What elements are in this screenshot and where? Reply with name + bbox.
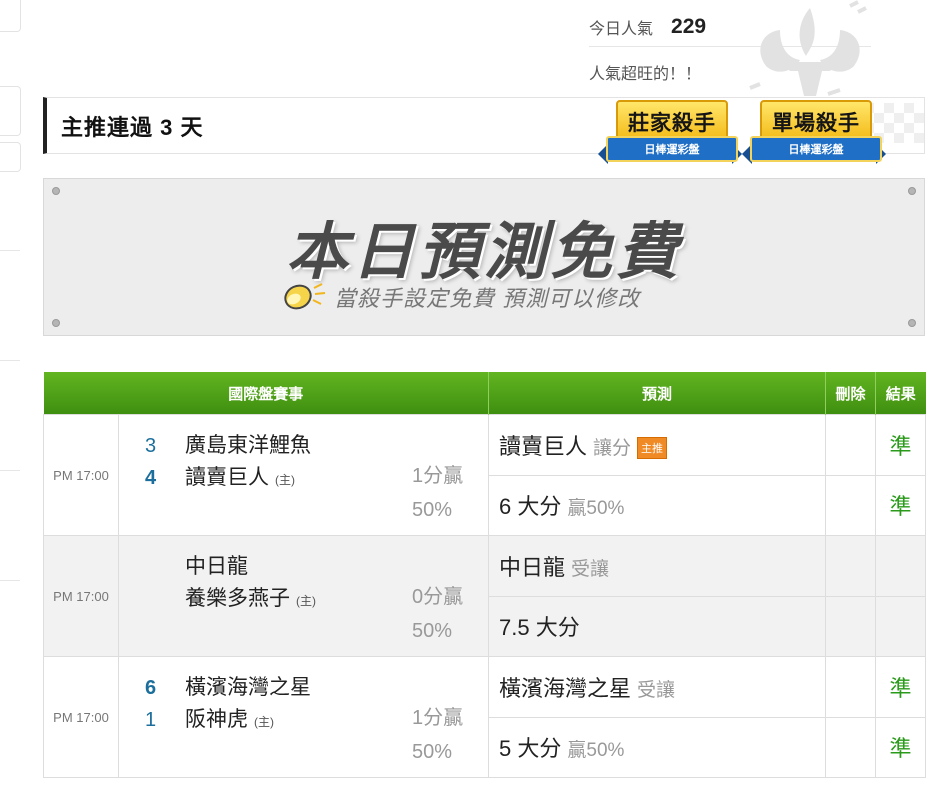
badge-ribbon: 日棒運彩盤 [750, 136, 882, 162]
popularity-subtitle: 人氣超旺的！！ [589, 66, 702, 83]
delete-cell[interactable] [825, 414, 877, 476]
game-time: PM 17:00 [43, 535, 119, 657]
team-name: 廣島東洋鯉魚 [185, 434, 311, 457]
banner-subtitle: 當殺手設定免費 預測可以修改 [334, 286, 641, 311]
result-cell: 準 [875, 656, 927, 718]
match-teams: 3 廣島東洋鯉魚 4 讀賣巨人 (主) 1分贏 50% [117, 414, 490, 536]
table-row: PM 17:00 中日龍 養樂多燕子 (主) 0分贏 50% 中日龍 受讓 [43, 535, 927, 657]
prediction-main: 讀賣巨人 [499, 433, 588, 459]
prediction-table: 國際盤賽事 預測 刪除 結果 PM 17:00 3 廣島東洋鯉魚 4 讀賣巨人 … [43, 372, 927, 778]
prediction-type: 受讓 [637, 679, 676, 701]
home-marker: (主) [275, 473, 295, 487]
prediction-main: 中日龍 [499, 554, 566, 580]
delete-cell[interactable] [825, 656, 877, 718]
delete-cell[interactable] [825, 716, 877, 778]
team-name: 養樂多燕子 [185, 587, 290, 610]
banner-title: 本日預測免費 [285, 215, 682, 288]
delete-cell[interactable] [825, 474, 877, 536]
team-score: 4 [145, 467, 157, 489]
prediction-cell: 6 大分 贏50% [488, 474, 827, 536]
odds-percent: 50% [412, 499, 453, 521]
popularity-label: 今日人氣 [589, 21, 654, 38]
sidebar-panel [0, 0, 21, 32]
sidebar-divider [0, 360, 20, 361]
header-result: 結果 [875, 372, 926, 415]
team-home: 養樂多燕子 (主) [145, 582, 316, 612]
prediction-type: 贏50% [567, 498, 625, 520]
header-prediction: 預測 [488, 372, 826, 415]
prediction-cell: 7.5 大分 [488, 595, 827, 657]
prediction-cell: 5 大分 贏50% [488, 716, 827, 778]
team-name: 中日龍 [185, 555, 248, 578]
result-cell [875, 595, 927, 657]
prediction-type: 讓分 [593, 437, 632, 459]
game-time: PM 17:00 [43, 414, 119, 536]
team-home: 1 阪神虎 (主) [145, 703, 274, 733]
table-row: PM 17:00 3 廣島東洋鯉魚 4 讀賣巨人 (主) 1分贏 50% 讀賣巨… [43, 414, 927, 536]
match-teams: 6 橫濱海灣之星 1 阪神虎 (主) 1分贏 50% [117, 656, 490, 778]
sidebar-panel [0, 142, 21, 172]
team-name: 讀賣巨人 [185, 466, 269, 489]
sidebar-panel [0, 86, 21, 136]
banner-subtitle-row: 當殺手設定免費 預測可以修改 [280, 281, 640, 313]
result-cell: 準 [875, 474, 927, 536]
prediction-main: 5 大分 [499, 736, 562, 762]
delete-cell[interactable] [825, 595, 877, 657]
team-away: 6 橫濱海灣之星 [145, 671, 311, 701]
single-game-killer-badge: 單場殺手 日棒運彩盤 [742, 92, 886, 172]
result-cell: 準 [875, 716, 927, 778]
delete-cell[interactable] [825, 535, 877, 597]
free-prediction-banner: 本日預測免費 當殺手設定免費 預測可以修改 [43, 178, 925, 336]
prediction-cell: 中日龍 受讓 [488, 535, 827, 597]
odds-line: 1分贏 [412, 707, 464, 729]
team-name: 阪神虎 [185, 708, 248, 731]
team-home: 4 讀賣巨人 (主) [145, 461, 295, 491]
team-score: 6 [145, 677, 157, 699]
odds-info: 1分贏 50% [412, 459, 463, 527]
home-marker: (主) [296, 594, 316, 608]
team-score: 1 [145, 709, 157, 731]
result-cell [875, 535, 927, 597]
odds-info: 0分贏 50% [412, 580, 463, 648]
odds-percent: 50% [412, 741, 453, 763]
sidebar-divider [0, 470, 20, 471]
fleur-de-lis-watermark-icon [749, 0, 867, 96]
screw-icon [908, 319, 916, 327]
prediction-cell: 橫濱海灣之星 受讓 [488, 656, 827, 718]
game-time: PM 17:00 [43, 656, 119, 778]
main-pick-badge: 主推 [637, 436, 668, 459]
badge-ribbon: 日棒運彩盤 [606, 136, 738, 162]
odds-percent: 50% [412, 620, 453, 642]
team-score: 3 [145, 435, 157, 457]
header-match: 國際盤賽事 [43, 372, 489, 415]
prediction-main: 7.5 大分 [499, 615, 580, 641]
sidebar-divider [0, 250, 20, 251]
odds-info: 1分贏 50% [412, 701, 463, 769]
popularity-count: 229 [671, 15, 707, 38]
screw-icon [908, 187, 916, 195]
bookmaker-killer-badge: 莊家殺手 日棒運彩盤 [598, 92, 742, 172]
team-away: 3 廣島東洋鯉魚 [145, 429, 311, 459]
lightbulb-icon [284, 283, 326, 310]
table-row: PM 17:00 6 橫濱海灣之星 1 阪神虎 (主) 1分贏 50% 橫濱海灣… [43, 656, 927, 778]
team-name: 橫濱海灣之星 [185, 676, 311, 699]
prediction-cell: 讀賣巨人 讓分 主推 [488, 414, 827, 476]
sidebar-divider [0, 580, 20, 581]
prediction-main: 橫濱海灣之星 [499, 675, 632, 701]
streak-title: 主推連過 3 天 [61, 114, 204, 140]
prediction-main: 6 大分 [499, 494, 562, 520]
prediction-type: 受讓 [571, 558, 610, 580]
screw-icon [52, 319, 60, 327]
team-away: 中日龍 [145, 550, 248, 580]
table-header-row: 國際盤賽事 預測 刪除 結果 [43, 372, 926, 415]
result-cell: 準 [875, 414, 927, 476]
odds-line: 0分贏 [412, 586, 464, 608]
header-delete: 刪除 [825, 372, 876, 415]
home-marker: (主) [254, 715, 274, 729]
screw-icon [52, 187, 60, 195]
prediction-type: 贏50% [567, 740, 625, 762]
match-teams: 中日龍 養樂多燕子 (主) 0分贏 50% [117, 535, 490, 657]
left-sidebar-edge [0, 0, 22, 798]
odds-line: 1分贏 [412, 465, 464, 487]
